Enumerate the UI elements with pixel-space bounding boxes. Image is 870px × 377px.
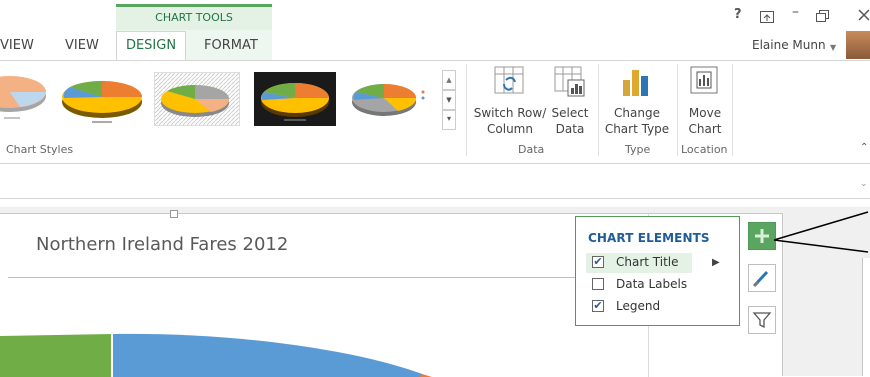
restore-icon[interactable] — [816, 7, 830, 22]
switch-row-column-button[interactable]: Switch Row/ Column — [472, 105, 548, 137]
formula-expand-icon[interactable]: ⌄ — [860, 179, 868, 189]
pie-slice-blue — [112, 333, 430, 377]
gallery-more-button[interactable]: ▾ — [442, 110, 456, 130]
tab-view[interactable]: VIEW — [65, 38, 99, 53]
chart-title-submenu-arrow[interactable]: ▶ — [712, 257, 720, 268]
select-data-line1: Select — [551, 106, 589, 120]
chart-style-thumb-4[interactable] — [254, 72, 336, 126]
move-chart-icon[interactable] — [690, 66, 720, 100]
chart-elements-heading: CHART ELEMENTS — [588, 231, 710, 245]
chart-style-thumb-1[interactable] — [0, 72, 52, 126]
move-chart-button[interactable]: Move Chart — [680, 105, 730, 137]
chart-styles-group-label: Chart Styles — [6, 143, 74, 156]
data-group-label: Data — [518, 143, 545, 156]
chart-tools-context-header: CHART TOOLS — [116, 4, 272, 30]
group-separator — [598, 64, 599, 156]
legend-checkbox[interactable]: ✔ — [592, 300, 604, 312]
chart-filters-button[interactable] — [748, 306, 776, 334]
tab-design[interactable]: DESIGN — [116, 31, 186, 61]
gallery-scroll-down[interactable]: ▼ — [442, 90, 456, 110]
data-labels-checkbox[interactable] — [592, 278, 604, 290]
callout-lines — [773, 211, 869, 253]
select-data-line2: Data — [555, 122, 585, 136]
switch-row-column-line1: Switch Row/ — [473, 106, 547, 120]
minimize-button[interactable]: – — [792, 4, 799, 20]
formula-bar[interactable] — [0, 172, 870, 199]
select-data-button[interactable]: Select Data — [548, 105, 592, 137]
change-chart-type-line2: Chart Type — [604, 122, 670, 136]
chart-element-row-legend[interactable]: ✔ Legend — [586, 297, 696, 317]
tab-view-partial[interactable]: VIEW — [0, 38, 34, 53]
tab-format[interactable]: FORMAT — [204, 38, 258, 53]
change-chart-type-button[interactable]: Change Chart Type — [601, 105, 673, 137]
select-data-icon[interactable] — [554, 66, 586, 102]
data-labels-option-label: Data Labels — [616, 277, 688, 291]
switch-row-column-line2: Column — [487, 122, 533, 136]
move-chart-line1: Move — [688, 106, 722, 120]
group-separator — [466, 64, 467, 156]
collapse-ribbon-icon[interactable]: ⌃ — [860, 142, 868, 153]
side-panel — [862, 258, 870, 376]
move-chart-line2: Chart — [688, 122, 722, 136]
switch-row-column-icon[interactable] — [494, 66, 524, 100]
group-separator — [732, 64, 733, 156]
close-icon[interactable] — [858, 6, 870, 21]
help-button[interactable]: ? — [734, 7, 742, 22]
type-group-label: Type — [625, 143, 651, 156]
avatar[interactable] — [846, 31, 870, 59]
gallery-scroll-up[interactable]: ▲ — [442, 70, 456, 90]
pie-slice-green — [0, 334, 112, 377]
group-separator — [677, 64, 678, 156]
chart-title-checkbox[interactable]: ✔ — [592, 256, 604, 268]
chart-title[interactable]: Northern Ireland Fares 2012 — [36, 234, 288, 255]
chart-title-option-label: Chart Title — [616, 255, 679, 269]
chart-style-thumb-3[interactable] — [154, 72, 240, 126]
selection-handle[interactable] — [170, 210, 178, 218]
chart-elements-flyout: CHART ELEMENTS ✔ Chart Title ▶ Data Labe… — [575, 216, 740, 326]
chart-element-row-data-labels[interactable]: Data Labels — [586, 275, 696, 295]
chart-style-thumb-5[interactable] — [348, 72, 432, 126]
ribbon-display-options-icon[interactable] — [760, 8, 774, 23]
location-group-label: Location — [681, 143, 728, 156]
user-name[interactable]: Elaine Munn — [752, 38, 826, 52]
user-dropdown-icon[interactable]: ▼ — [830, 43, 836, 52]
change-chart-type-line1: Change — [614, 106, 660, 120]
change-chart-type-icon[interactable] — [621, 66, 651, 102]
pie-chart[interactable] — [0, 314, 470, 377]
chart-element-row-chart-title[interactable]: ✔ Chart Title — [586, 253, 692, 273]
chart-tools-label: CHART TOOLS — [155, 11, 233, 24]
chart-style-thumb-2[interactable] — [58, 72, 146, 126]
legend-option-label: Legend — [616, 299, 661, 313]
chart-title-divider — [8, 277, 648, 278]
